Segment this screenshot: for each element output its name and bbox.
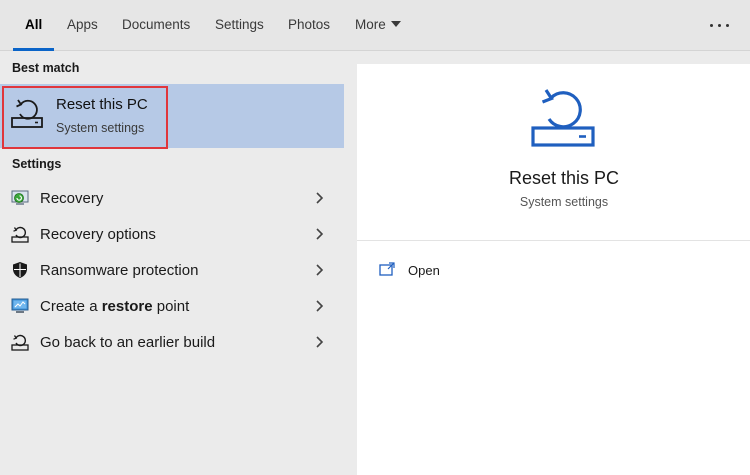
best-match-heading: Best match bbox=[12, 61, 80, 75]
result-ransomware-protection[interactable]: Ransomware protection bbox=[0, 252, 344, 288]
result-go-back-earlier-build-label: Go back to an earlier build bbox=[40, 334, 216, 351]
preview-title: Reset this PC bbox=[508, 168, 620, 188]
chevron-right-icon[interactable] bbox=[314, 299, 324, 313]
tab-more[interactable]: More bbox=[355, 0, 401, 51]
open-action[interactable]: Open bbox=[375, 260, 495, 284]
result-recovery-options-label: Recovery options bbox=[40, 226, 156, 243]
tab-settings[interactable]: Settings bbox=[215, 0, 264, 51]
open-action-label: Open bbox=[408, 263, 440, 278]
tab-apps[interactable]: Apps bbox=[67, 0, 98, 51]
tab-photos[interactable]: Photos bbox=[288, 0, 330, 51]
caret-down-icon bbox=[390, 21, 401, 27]
result-recovery-label: Recovery bbox=[40, 190, 104, 207]
result-recovery[interactable]: Recovery bbox=[0, 180, 344, 216]
earlier-build-icon bbox=[11, 334, 29, 351]
tab-all[interactable]: All bbox=[12, 0, 55, 51]
result-recovery-options[interactable]: Recovery options bbox=[0, 216, 344, 252]
result-ransomware-protection-label: Ransomware protection bbox=[40, 262, 199, 279]
reset-pc-large-icon bbox=[531, 89, 595, 147]
open-icon bbox=[379, 262, 395, 276]
recovery-icon bbox=[11, 190, 29, 205]
best-match-title: Reset this PC bbox=[56, 96, 148, 113]
shield-icon bbox=[13, 262, 27, 278]
chevron-right-icon[interactable] bbox=[314, 263, 324, 277]
tab-documents[interactable]: Documents bbox=[122, 0, 190, 51]
tab-more-label: More bbox=[355, 17, 386, 32]
reset-pc-icon bbox=[11, 99, 43, 128]
results-pane: Best match Reset this PC System settings… bbox=[0, 52, 344, 475]
preview-divider bbox=[357, 240, 750, 241]
result-create-restore-point-label: Create a restore point bbox=[40, 298, 190, 315]
chevron-right-icon[interactable] bbox=[314, 191, 324, 205]
result-go-back-earlier-build[interactable]: Go back to an earlier build bbox=[0, 324, 344, 360]
result-create-restore-point[interactable]: Create a restore point bbox=[0, 288, 344, 324]
preview-pane: Reset this PC System settings Open bbox=[357, 64, 750, 475]
search-tab-bar: All Apps Documents Settings Photos More bbox=[0, 0, 750, 51]
preview-subtitle: System settings bbox=[519, 195, 609, 209]
recovery-options-icon bbox=[11, 226, 29, 243]
restore-point-icon bbox=[11, 298, 29, 313]
settings-heading: Settings bbox=[12, 157, 62, 171]
best-match-subtitle: System settings bbox=[56, 121, 145, 135]
chevron-right-icon[interactable] bbox=[314, 335, 324, 349]
chevron-right-icon[interactable] bbox=[314, 227, 324, 241]
more-options-icon[interactable] bbox=[708, 17, 732, 35]
